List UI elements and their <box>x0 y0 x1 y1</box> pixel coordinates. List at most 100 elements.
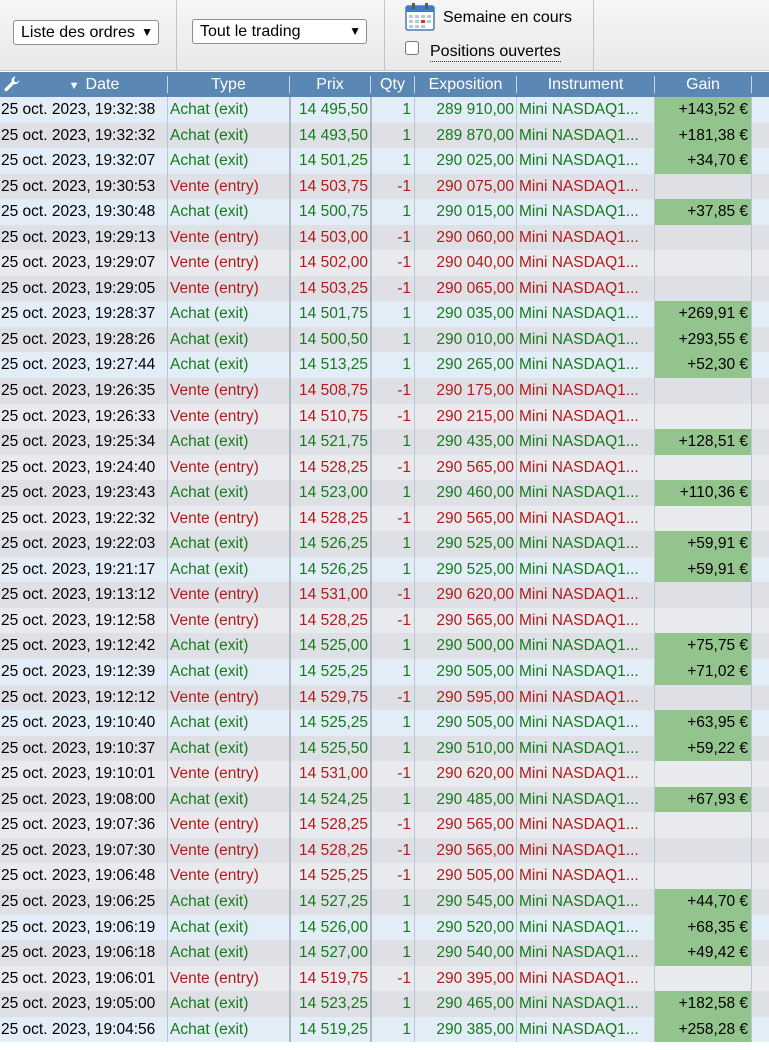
table-row[interactable]: 25 oct. 2023, 19:06:18 Achat (exit) 14 527… <box>0 940 769 966</box>
table-row[interactable]: 25 oct. 2023, 19:22:03 Achat (exit) 14 526… <box>0 531 769 557</box>
column-header-exposition[interactable]: Exposition <box>415 72 516 97</box>
column-divider <box>751 97 752 123</box>
table-row[interactable]: 25 oct. 2023, 19:05:00 Achat (exit) 14 523… <box>0 991 769 1017</box>
cell-instrument: Mini NASDAQ1... <box>519 995 639 1013</box>
cell-exposition: 290 505,00 <box>436 714 514 732</box>
column-divider <box>370 378 372 404</box>
column-divider <box>516 837 517 864</box>
table-row[interactable]: 25 oct. 2023, 19:07:30 Vente (entry) 14 52… <box>0 837 769 864</box>
column-header-date[interactable]: ▼ Date <box>22 72 166 97</box>
cell-type: Achat (exit) <box>170 433 249 451</box>
open-positions-checkbox[interactable] <box>405 41 419 55</box>
trading-filter-select[interactable]: Tout le trading ▼ <box>192 19 367 44</box>
column-header-instrument[interactable]: Instrument <box>517 72 654 97</box>
row-filler <box>751 863 769 889</box>
table-row[interactable]: 25 oct. 2023, 19:10:01 Vente (entry) 14 53… <box>0 761 769 787</box>
table-row[interactable]: 25 oct. 2023, 19:12:39 Achat (exit) 14 525… <box>0 659 769 685</box>
column-divider <box>289 710 291 736</box>
cell-qty: 1 <box>402 433 411 451</box>
table-row[interactable]: 25 oct. 2023, 19:21:17 Achat (exit) 14 526… <box>0 556 769 583</box>
table-row[interactable]: 25 oct. 2023, 19:24:40 Vente (entry) 14 52… <box>0 454 769 481</box>
table-row[interactable]: 25 oct. 2023, 19:06:19 Achat (exit) 14 526… <box>0 914 769 941</box>
table-row[interactable]: 25 oct. 2023, 19:12:58 Vente (entry) 14 52… <box>0 607 769 634</box>
table-row[interactable]: 25 oct. 2023, 19:23:43 Achat (exit) 14 523… <box>0 480 769 506</box>
table-row[interactable]: 25 oct. 2023, 19:30:53 Vente (entry) 14 50… <box>0 173 769 200</box>
cell-instrument: Mini NASDAQ1... <box>519 152 639 170</box>
table-row[interactable]: 25 oct. 2023, 19:27:44 Achat (exit) 14 513… <box>0 352 769 379</box>
column-divider <box>289 97 291 123</box>
table-row[interactable]: 25 oct. 2023, 19:26:33 Vente (entry) 14 51… <box>0 403 769 430</box>
cell-qty: -1 <box>397 458 411 476</box>
row-filler <box>751 480 769 506</box>
table-row[interactable]: 25 oct. 2023, 19:28:26 Achat (exit) 14 500… <box>0 326 769 353</box>
cell-type: Achat (exit) <box>170 739 249 757</box>
column-divider <box>654 326 655 353</box>
table-row[interactable]: 25 oct. 2023, 19:12:12 Vente (entry) 14 52… <box>0 684 769 711</box>
table-row[interactable]: 25 oct. 2023, 19:26:35 Vente (entry) 14 50… <box>0 378 769 404</box>
open-positions-label[interactable]: Positions ouvertes <box>430 43 561 62</box>
table-row[interactable]: 25 oct. 2023, 19:07:36 Vente (entry) 14 52… <box>0 812 769 838</box>
table-row[interactable]: 25 oct. 2023, 19:13:12 Vente (entry) 14 53… <box>0 582 769 608</box>
cell-gain: +49,42 € <box>655 940 751 966</box>
cell-qty: -1 <box>397 254 411 272</box>
table-row[interactable]: 25 oct. 2023, 19:08:00 Achat (exit) 14 524… <box>0 786 769 813</box>
wrench-icon[interactable] <box>3 75 21 93</box>
column-header-qty[interactable]: Qty <box>371 72 414 97</box>
column-divider <box>414 735 415 762</box>
cell-gain <box>655 378 751 404</box>
column-divider <box>414 837 415 864</box>
cell-gain: +181,38 € <box>655 122 751 149</box>
cell-type: Vente (entry) <box>170 382 259 400</box>
table-row[interactable]: 25 oct. 2023, 19:28:37 Achat (exit) 14 501… <box>0 301 769 327</box>
table-row[interactable]: 25 oct. 2023, 19:29:05 Vente (entry) 14 50… <box>0 275 769 302</box>
table-row[interactable]: 25 oct. 2023, 19:04:56 Achat (exit) 14 519… <box>0 1016 769 1043</box>
column-divider <box>289 275 291 302</box>
column-divider <box>516 454 517 481</box>
column-divider <box>654 710 655 736</box>
cell-date: 25 oct. 2023, 19:32:38 <box>1 101 156 118</box>
cell-gain <box>655 455 751 481</box>
column-divider <box>516 480 517 506</box>
column-divider <box>289 991 291 1017</box>
cell-type: Vente (entry) <box>170 841 259 859</box>
column-divider <box>516 863 517 889</box>
column-divider <box>516 888 517 915</box>
current-week-label[interactable]: Semaine en cours <box>443 9 572 27</box>
table-row[interactable]: 25 oct. 2023, 19:32:07 Achat (exit) 14 501… <box>0 148 769 174</box>
cell-instrument: Mini NASDAQ1... <box>519 433 639 451</box>
column-divider <box>167 275 168 302</box>
cell-type: Vente (entry) <box>170 177 259 195</box>
table-row[interactable]: 25 oct. 2023, 19:06:25 Achat (exit) 14 527… <box>0 888 769 915</box>
column-divider <box>370 326 372 353</box>
toolbar: Liste des ordres ▼ Tout le trading ▼ Sem… <box>0 0 769 71</box>
order-list-select[interactable]: Liste des ordres ▼ <box>13 20 159 45</box>
table-row[interactable]: 25 oct. 2023, 19:10:40 Achat (exit) 14 525… <box>0 710 769 736</box>
cell-prix: 14 531,00 <box>299 586 368 604</box>
column-divider <box>654 301 655 327</box>
column-divider <box>289 480 291 506</box>
table-row[interactable]: 25 oct. 2023, 19:32:38 Achat (exit) 14 495… <box>0 97 769 123</box>
column-divider <box>414 199 415 225</box>
column-divider <box>289 505 291 532</box>
column-header-gain[interactable]: Gain <box>655 72 751 97</box>
table-row[interactable]: 25 oct. 2023, 19:06:01 Vente (entry) 14 51… <box>0 965 769 992</box>
table-row[interactable]: 25 oct. 2023, 19:12:42 Achat (exit) 14 525… <box>0 633 769 660</box>
column-divider <box>414 531 415 557</box>
cell-prix: 14 526,00 <box>299 918 368 936</box>
table-row[interactable]: 25 oct. 2023, 19:10:37 Achat (exit) 14 525… <box>0 735 769 762</box>
table-row[interactable]: 25 oct. 2023, 19:22:32 Vente (entry) 14 52… <box>0 505 769 532</box>
table-row[interactable]: 25 oct. 2023, 19:29:13 Vente (entry) 14 50… <box>0 224 769 251</box>
column-divider <box>414 454 415 481</box>
cell-gain <box>655 863 751 889</box>
column-header-prix[interactable]: Prix <box>290 72 370 97</box>
calendar-icon[interactable] <box>405 3 435 31</box>
column-header-type[interactable]: Type <box>168 72 289 97</box>
table-row[interactable]: 25 oct. 2023, 19:25:34 Achat (exit) 14 521… <box>0 429 769 455</box>
table-row[interactable]: 25 oct. 2023, 19:30:48 Achat (exit) 14 500… <box>0 199 769 225</box>
column-divider <box>370 1016 372 1043</box>
table-row[interactable]: 25 oct. 2023, 19:32:32 Achat (exit) 14 493… <box>0 122 769 149</box>
row-filler <box>751 225 769 251</box>
table-row[interactable]: 25 oct. 2023, 19:29:07 Vente (entry) 14 50… <box>0 250 769 276</box>
cell-exposition: 290 395,00 <box>436 969 514 987</box>
table-row[interactable]: 25 oct. 2023, 19:06:48 Vente (entry) 14 52… <box>0 863 769 889</box>
